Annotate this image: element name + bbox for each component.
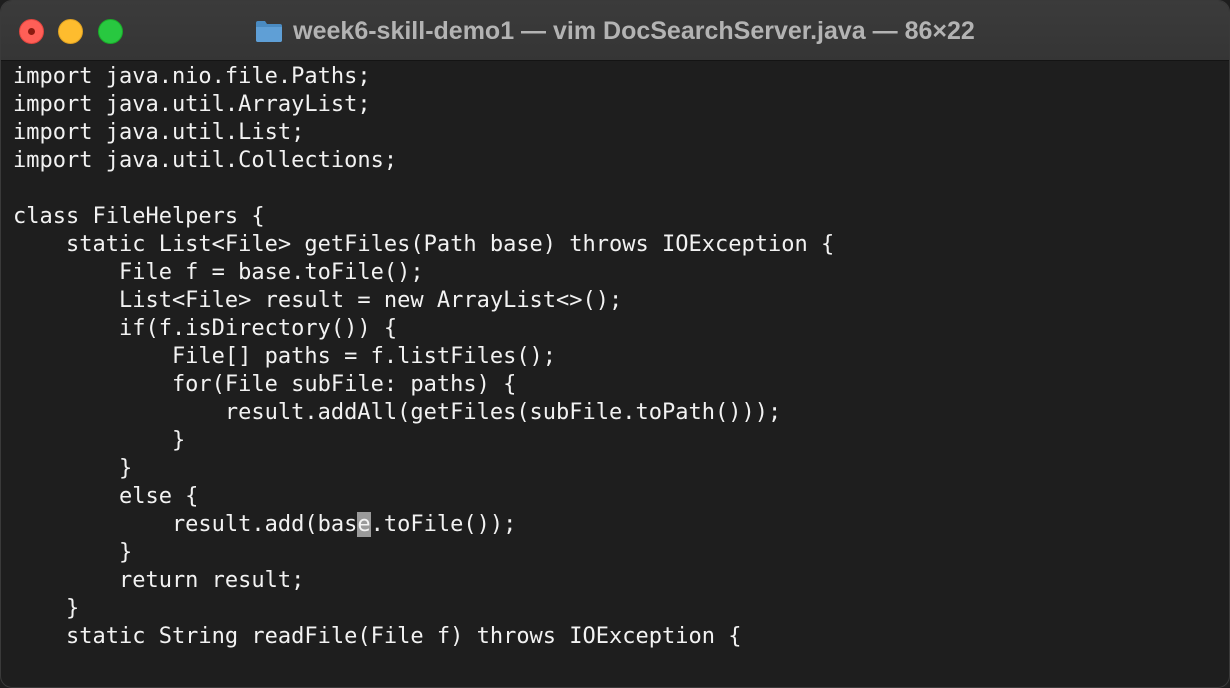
code-line: result.add(base.toFile());: [13, 511, 1229, 539]
title-bar[interactable]: week6-skill-demo1 — vim DocSearchServer.…: [1, 1, 1229, 61]
title-wrap: week6-skill-demo1 — vim DocSearchServer.…: [1, 1, 1229, 61]
code-line: }: [13, 456, 133, 481]
code-line: import java.nio.file.Paths;: [13, 64, 371, 89]
code-line: static String readFile(File f) throws IO…: [13, 624, 742, 649]
vim-buffer[interactable]: import java.nio.file.Paths; import java.u…: [13, 63, 1229, 687]
code-line: File f = base.toFile();: [13, 260, 424, 285]
code-line: return result;: [13, 568, 305, 593]
code-line: }: [13, 596, 80, 621]
code-line: class FileHelpers {: [13, 204, 265, 229]
text-cursor: e: [357, 512, 371, 537]
code-line: for(File subFile: paths) {: [13, 372, 517, 397]
code-line: if(f.isDirectory()) {: [13, 316, 398, 341]
code-line: }: [13, 428, 186, 453]
code-line: result.addAll(getFiles(subFile.toPath())…: [13, 400, 782, 425]
code-text: .toFile());: [370, 512, 517, 537]
terminal-window: week6-skill-demo1 — vim DocSearchServer.…: [0, 0, 1230, 688]
code-text: result.add(bas: [13, 512, 358, 537]
window-title: week6-skill-demo1 — vim DocSearchServer.…: [293, 16, 975, 45]
code-line: import java.util.Collections;: [13, 148, 398, 173]
code-line: }: [13, 540, 133, 565]
code-line: File[] paths = f.listFiles();: [13, 344, 557, 369]
code-line: else {: [13, 484, 199, 509]
folder-icon: [255, 19, 283, 43]
code-line: List<File> result = new ArrayList<>();: [13, 288, 623, 313]
code-line: import java.util.List;: [13, 120, 305, 145]
code-line: import java.util.ArrayList;: [13, 92, 371, 117]
code-line: static List<File> getFiles(Path base) th…: [13, 232, 835, 257]
